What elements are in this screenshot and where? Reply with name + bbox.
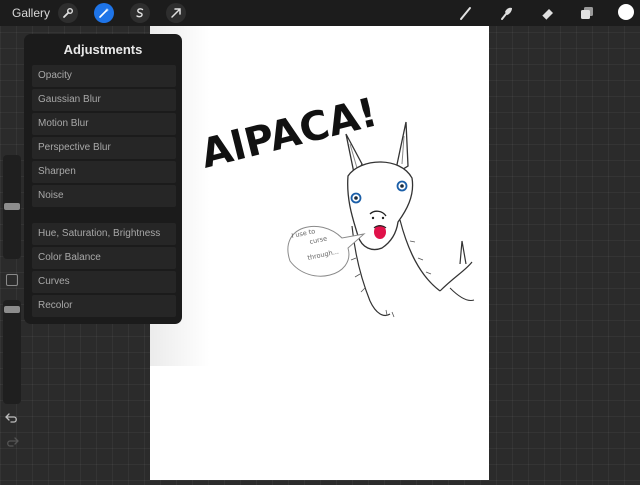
brush-size-slider[interactable] — [3, 155, 21, 259]
left-sidebar — [3, 155, 21, 455]
adjustments-button[interactable] — [94, 3, 114, 23]
color-swatch-button[interactable] — [618, 4, 634, 20]
opacity-slider[interactable] — [3, 300, 21, 404]
adjustments-title: Adjustments — [63, 42, 143, 57]
menu-item-curves[interactable]: Curves — [32, 271, 176, 293]
menu-item-sharpen[interactable]: Sharpen — [32, 161, 176, 183]
menu-item-opacity[interactable]: Opacity — [32, 65, 176, 87]
eraser-icon — [541, 9, 553, 21]
transform-button[interactable] — [166, 3, 186, 23]
brush-button[interactable] — [456, 3, 476, 23]
modify-button[interactable] — [6, 274, 18, 286]
smudge-button[interactable] — [497, 3, 517, 23]
gallery-button[interactable]: Gallery — [12, 6, 50, 20]
menu-item-perspective-blur[interactable]: Perspective Blur — [32, 137, 176, 159]
wrench-icon — [63, 8, 73, 18]
layers-button[interactable] — [577, 3, 597, 23]
menu-item-motion-blur[interactable]: Motion Blur — [32, 113, 176, 135]
menu-item-noise[interactable]: Noise — [32, 185, 176, 207]
layers-icon — [581, 7, 593, 19]
menu-item-recolor[interactable]: Recolor — [32, 295, 176, 317]
eraser-button[interactable] — [538, 3, 558, 23]
brush-icon — [460, 7, 471, 20]
adjustments-panel: Adjustments Opacity Gaussian Blur Motion… — [24, 34, 182, 324]
undo-icon[interactable] — [5, 412, 19, 424]
magic-wand-icon — [99, 8, 109, 18]
menu-item-hue-saturation-brightness[interactable]: Hue, Saturation, Brightness — [32, 223, 176, 245]
actions-wrench-button[interactable] — [58, 3, 78, 23]
top-toolbar: Gallery — [0, 0, 640, 26]
brush-size-thumb[interactable] — [4, 203, 20, 210]
redo-icon[interactable] — [5, 436, 19, 448]
selection-icon — [136, 8, 144, 18]
opacity-thumb[interactable] — [4, 306, 20, 313]
menu-item-gaussian-blur[interactable]: Gaussian Blur — [32, 89, 176, 111]
smudge-icon — [501, 7, 512, 20]
selection-button[interactable] — [130, 3, 150, 23]
transform-arrow-icon — [171, 8, 181, 18]
menu-item-color-balance[interactable]: Color Balance — [32, 247, 176, 269]
